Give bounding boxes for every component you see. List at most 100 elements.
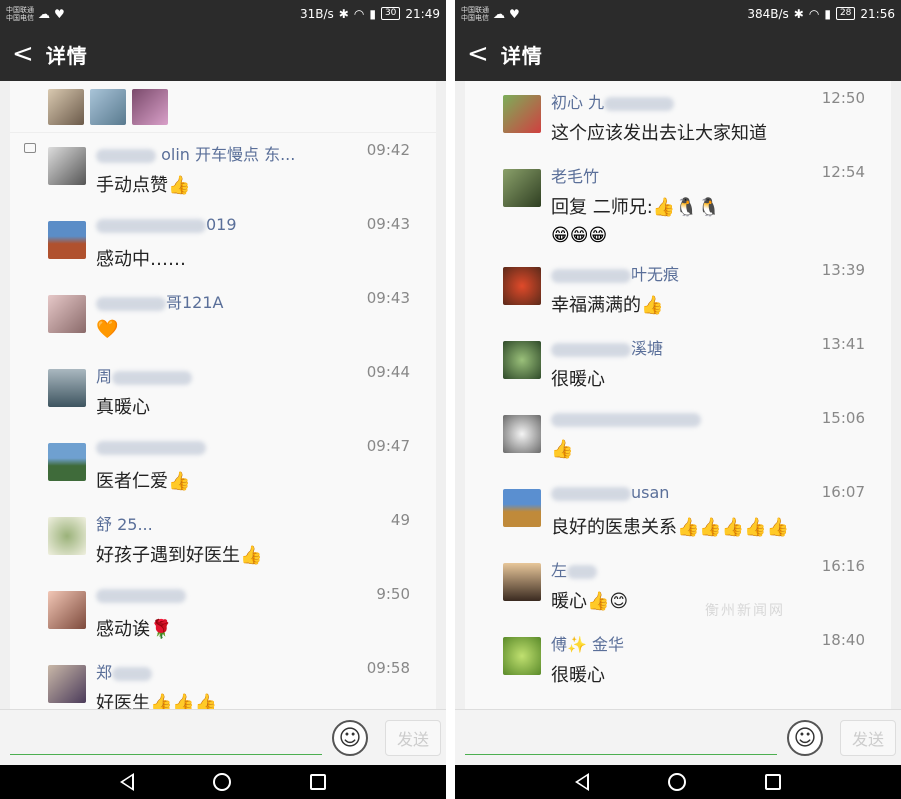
nav-recent-icon[interactable] — [310, 774, 327, 790]
cloud-icon: ☁ — [38, 6, 50, 21]
avatar[interactable] — [48, 443, 86, 481]
list-item[interactable]: 傅✨ 金华 18:40 很暖心 — [465, 623, 891, 697]
comment-text: 回复 二师兄:👍🐧🐧 — [551, 197, 721, 218]
comment-time: 13:41 — [821, 335, 865, 353]
send-button[interactable]: 发送 — [385, 720, 441, 756]
list-item[interactable]: 9:50 感动诶🌹 — [10, 577, 436, 651]
send-button[interactable]: 发送 — [840, 720, 896, 756]
status-bar: 中国联通 中国电信 ☁ ♥ 31B/s ✱ ◠ ▮ 30 21:49 — [0, 0, 446, 27]
comment-time: 16:16 — [821, 557, 865, 575]
avatar[interactable] — [90, 88, 126, 125]
avatar[interactable] — [503, 489, 541, 527]
list-item[interactable]: 溪塘 13:41 很暖心 — [465, 327, 891, 401]
commenter-name[interactable]: 老毛竹 — [551, 163, 599, 187]
avatar[interactable] — [503, 95, 541, 133]
page-title: 详情 — [45, 43, 88, 68]
commenter-name[interactable] — [96, 437, 206, 456]
comment-text: 🧡 — [96, 319, 119, 340]
wifi-icon: ◠ — [353, 6, 365, 21]
commenter-name[interactable]: 傅✨ 金华 — [551, 631, 624, 655]
comment-text: 感动诶🌹 — [96, 619, 173, 640]
liker-avatar-strip — [10, 81, 436, 133]
back-button[interactable]: < — [467, 41, 489, 67]
list-item[interactable]: 019 09:43 感动中…… — [10, 207, 436, 281]
carrier-1: 中国联通 — [461, 5, 489, 14]
comment-input[interactable] — [10, 754, 322, 755]
avatar[interactable] — [48, 88, 84, 125]
back-button[interactable]: < — [12, 41, 34, 67]
avatar[interactable] — [48, 295, 86, 333]
emoji-button[interactable]: ☺ — [787, 720, 823, 756]
network-speed: 384B/s — [747, 6, 789, 21]
battery-level: 30 — [380, 7, 401, 20]
avatar[interactable] — [48, 369, 86, 407]
comment-text: 这个应该发出去让大家知道 — [551, 123, 767, 144]
commenter-name[interactable]: 左 — [551, 557, 598, 581]
avatar[interactable] — [132, 88, 168, 125]
commenter-name[interactable]: 初心 九 — [551, 89, 675, 113]
avatar[interactable] — [503, 415, 541, 453]
list-item[interactable]: 周 09:44 真暖心 — [10, 355, 436, 429]
commenter-name[interactable]: 哥121A — [96, 289, 224, 313]
list-item[interactable]: 15:06 👍 — [465, 401, 891, 475]
wifi-icon: ◠ — [808, 6, 820, 21]
comment-time: 12:54 — [821, 163, 865, 181]
avatar[interactable] — [48, 147, 86, 185]
commenter-name[interactable] — [551, 409, 701, 428]
commenter-name[interactable] — [96, 585, 186, 604]
list-item[interactable]: 09:47 医者仁爱👍 — [10, 429, 436, 503]
nav-recent-icon[interactable] — [765, 774, 782, 790]
list-item[interactable]: 初心 九 12:50 这个应该发出去让大家知道 — [465, 81, 891, 155]
commenter-name[interactable]: 叶无痕 — [551, 261, 679, 285]
avatar[interactable] — [48, 517, 86, 555]
commenter-name[interactable]: 周 — [96, 363, 193, 387]
commenter-name[interactable]: 舒 25... — [96, 511, 153, 535]
watermark: 衡州新闻网 — [705, 603, 785, 619]
comment-input[interactable] — [465, 754, 777, 755]
status-right: 384B/s ✱ ◠ ▮ 28 21:56 — [747, 7, 895, 21]
avatar[interactable] — [503, 341, 541, 379]
avatar[interactable] — [48, 665, 86, 703]
commenter-name-text: 郑 — [96, 663, 113, 682]
avatar[interactable] — [503, 563, 541, 601]
list-item[interactable]: 老毛竹 12:54 回复 二师兄:👍🐧🐧 😁😁😁 — [465, 155, 891, 253]
blurred-name — [96, 440, 206, 455]
status-bar: 中国联通 中国电信 ☁ ♥ 384B/s ✱ ◠ ▮ 28 21:56 — [455, 0, 901, 27]
comment-text: 感动中…… — [96, 249, 186, 270]
list-item[interactable]: 哥121A 09:43 🧡 — [10, 281, 436, 355]
avatar[interactable] — [48, 591, 86, 629]
blurred-name — [551, 268, 631, 283]
emoji-button[interactable]: ☺ — [332, 720, 368, 756]
input-bar: ☺ 发送 — [0, 709, 446, 765]
avatar[interactable] — [503, 267, 541, 305]
list-item[interactable]: 叶无痕 13:39 幸福满满的👍 — [465, 253, 891, 327]
nav-back-icon[interactable] — [574, 773, 589, 791]
comment-list[interactable]: 初心 九 12:50 这个应该发出去让大家知道 老毛竹 12:54 回复 二师兄… — [465, 81, 891, 709]
list-item[interactable]: usan 16:07 良好的医患关系👍👍👍👍👍 — [465, 475, 891, 549]
list-item[interactable]: olin 开车慢点 东... 09:42 手动点赞👍 — [10, 133, 436, 207]
commenter-name[interactable]: usan — [551, 483, 669, 502]
comment-icon — [24, 143, 36, 153]
comment-time: 09:43 — [366, 289, 410, 307]
list-item[interactable]: 舒 25... 49 好孩子遇到好医生👍 — [10, 503, 436, 577]
comment-time: 16:07 — [821, 483, 865, 501]
comment-time: 18:40 — [821, 631, 865, 649]
commenter-name[interactable]: 郑 — [96, 659, 153, 683]
nav-home-icon[interactable] — [667, 773, 686, 791]
avatar[interactable] — [503, 637, 541, 675]
commenter-name[interactable]: 019 — [96, 215, 237, 234]
status-right: 31B/s ✱ ◠ ▮ 30 21:49 — [300, 7, 440, 21]
comment-text: 很暖心 — [551, 665, 605, 686]
signal-icon: ▮ — [824, 6, 831, 21]
avatar[interactable] — [503, 169, 541, 207]
nav-home-icon[interactable] — [212, 773, 231, 791]
list-item[interactable]: 左 16:16 暖心👍😊 — [465, 549, 891, 623]
carrier-2: 中国电信 — [6, 13, 34, 22]
nav-back-icon[interactable] — [119, 773, 134, 791]
commenter-name[interactable]: olin 开车慢点 东... — [96, 141, 295, 165]
list-item[interactable]: 郑 09:58 好医生👍👍👍 — [10, 651, 436, 709]
commenter-name[interactable]: 溪塘 — [551, 335, 663, 359]
avatar[interactable] — [48, 221, 86, 259]
comment-list[interactable]: olin 开车慢点 东... 09:42 手动点赞👍 019 09:43 感动中… — [10, 81, 436, 709]
carrier-labels: 中国联通 中国电信 — [461, 6, 489, 22]
